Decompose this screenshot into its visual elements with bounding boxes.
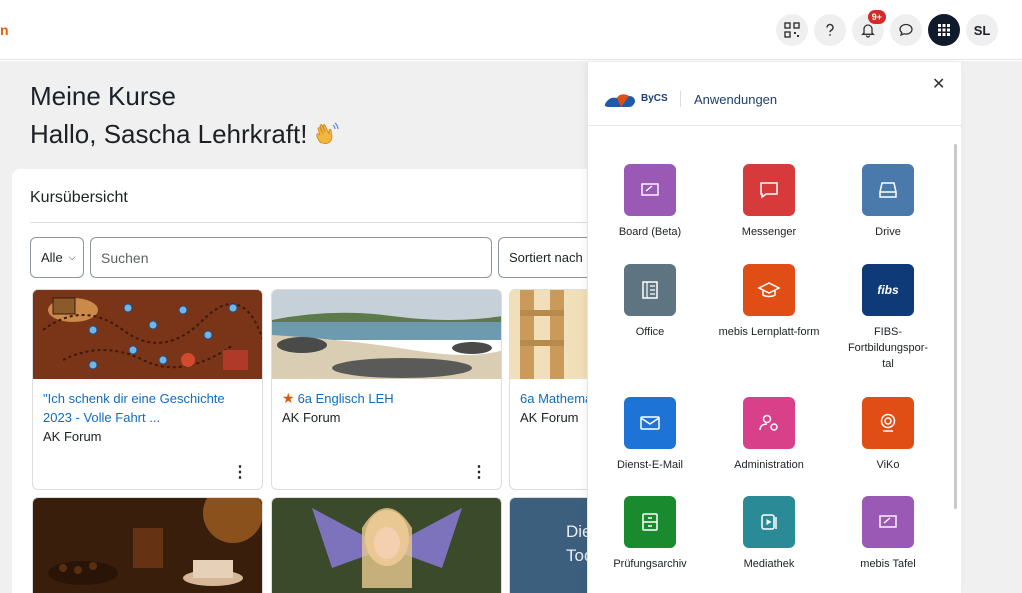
chevron-down-icon: ⌵ — [68, 252, 76, 262]
app-mebis-lernplattform[interactable]: mebis Lernplatt-form — [710, 264, 828, 340]
star-icon: ★ — [282, 390, 295, 406]
fairy-image — [272, 498, 501, 593]
course-menu-button[interactable]: ⋮ — [232, 465, 248, 481]
app-pruefungsarchiv[interactable]: Prüfungsarchiv — [591, 496, 709, 572]
scrollbar[interactable] — [954, 144, 957, 509]
section-title: Kursübersicht — [30, 189, 128, 206]
app-label: Messenger — [741, 226, 797, 238]
archive-icon — [624, 496, 676, 548]
app-administration[interactable]: Administration — [710, 397, 828, 473]
fibs-logo-icon: fibs — [862, 264, 914, 316]
course-image[interactable] — [272, 290, 501, 379]
messenger-icon — [743, 164, 795, 216]
filter-value: Alle — [41, 250, 63, 265]
course-card[interactable]: ★ 6a Englisch LEH AK Forum ⋮ — [271, 289, 502, 490]
apps-panel-header: ByCS Anwendungen ✕ — [588, 62, 962, 126]
app-mediathek[interactable]: Mediathek — [710, 496, 828, 572]
coffee-image — [33, 498, 262, 593]
grid-icon — [938, 24, 950, 36]
app-label: Prüfungsarchiv — [613, 558, 687, 570]
course-card[interactable]: "Ich schenk dir eine Geschichte 2023 - V… — [32, 289, 263, 490]
course-name[interactable]: 6a Englisch LEH — [298, 391, 394, 406]
treasure-map-image — [33, 290, 262, 379]
app-office[interactable]: Office — [591, 264, 709, 340]
app-label: Office — [635, 326, 665, 338]
help-button[interactable] — [814, 14, 846, 46]
app-label: Administration — [734, 459, 804, 471]
drive-icon — [862, 164, 914, 216]
app-label: Dienst-E-Mail — [616, 459, 683, 471]
qr-code-button[interactable] — [776, 14, 808, 46]
app-label: ViKo — [876, 459, 900, 471]
app-label: Drive — [875, 226, 901, 238]
app-dienst-email[interactable]: Dienst-E-Mail — [591, 397, 709, 473]
greeting: Hallo, Sascha Lehrkraft! — [30, 119, 339, 150]
waving-hand-icon — [316, 122, 339, 144]
close-icon[interactable]: ✕ — [932, 74, 945, 94]
bell-icon — [861, 24, 875, 38]
course-card[interactable] — [32, 497, 263, 593]
app-label: Board (Beta) — [618, 226, 682, 238]
app-drive[interactable]: Drive — [829, 164, 947, 240]
brand-fragment[interactable]: n — [0, 22, 9, 38]
page-title: Meine Kurse — [30, 81, 176, 111]
sort-label: Sortiert nach — [509, 250, 583, 265]
board-icon — [862, 496, 914, 548]
apps-panel: ByCS Anwendungen ✕ Board (Beta) Messenge… — [587, 62, 962, 593]
office-icon — [624, 264, 676, 316]
app-fibs[interactable]: fibs FIBS-Fortbildungspor-tal — [829, 264, 947, 372]
notification-badge: 9+ — [867, 10, 886, 24]
board-icon — [624, 164, 676, 216]
qr-code-icon — [784, 22, 800, 38]
mail-icon — [624, 397, 676, 449]
mortarboard-icon — [743, 264, 795, 316]
greeting-text: Hallo, Sascha Lehrkraft! — [30, 119, 308, 149]
app-label: Mediathek — [743, 558, 795, 570]
course-overview-card: Kursübersicht Alle ⌵ Sortiert nach — [12, 169, 740, 593]
user-avatar[interactable]: SL — [966, 14, 998, 46]
app-launcher-button[interactable] — [928, 14, 960, 46]
filter-dropdown[interactable]: Alle ⌵ — [30, 237, 84, 278]
course-category: AK Forum — [43, 429, 102, 444]
notifications-button[interactable]: 9+ — [852, 10, 886, 46]
messages-button[interactable] — [890, 14, 922, 46]
course-image[interactable] — [272, 498, 501, 593]
admin-icon — [743, 397, 795, 449]
divider — [30, 222, 605, 223]
course-image[interactable] — [33, 290, 262, 379]
app-label: FIBS-Fortbildungspor-tal — [847, 326, 929, 370]
bycs-brand: ByCS — [641, 93, 668, 104]
course-name[interactable]: "Ich schenk dir eine Geschichte 2023 - V… — [33, 379, 262, 427]
question-mark-icon — [826, 23, 834, 36]
course-menu-button[interactable]: ⋮ — [471, 465, 487, 481]
header-separator — [680, 91, 681, 107]
app-board[interactable]: Board (Beta) — [591, 164, 709, 240]
beach-landscape-image — [272, 290, 501, 379]
fibs-logo-text: fibs — [877, 283, 899, 297]
apps-panel-title: Anwendungen — [694, 92, 778, 107]
app-viko[interactable]: ViKo — [829, 397, 947, 473]
app-label: mebis Tafel — [860, 558, 916, 570]
chat-bubble-icon — [899, 23, 913, 37]
webcam-icon — [862, 397, 914, 449]
course-image[interactable] — [33, 498, 262, 593]
top-navbar: n 9+ SL — [0, 0, 1022, 60]
course-name-row[interactable]: ★ 6a Englisch LEH — [272, 379, 501, 408]
media-icon — [743, 496, 795, 548]
search-input[interactable] — [90, 237, 492, 278]
course-card[interactable] — [271, 497, 502, 593]
course-category: AK Forum — [282, 410, 341, 425]
app-messenger[interactable]: Messenger — [710, 164, 828, 240]
app-mebis-tafel[interactable]: mebis Tafel — [829, 496, 947, 572]
app-label: mebis Lernplatt-form — [718, 326, 820, 338]
